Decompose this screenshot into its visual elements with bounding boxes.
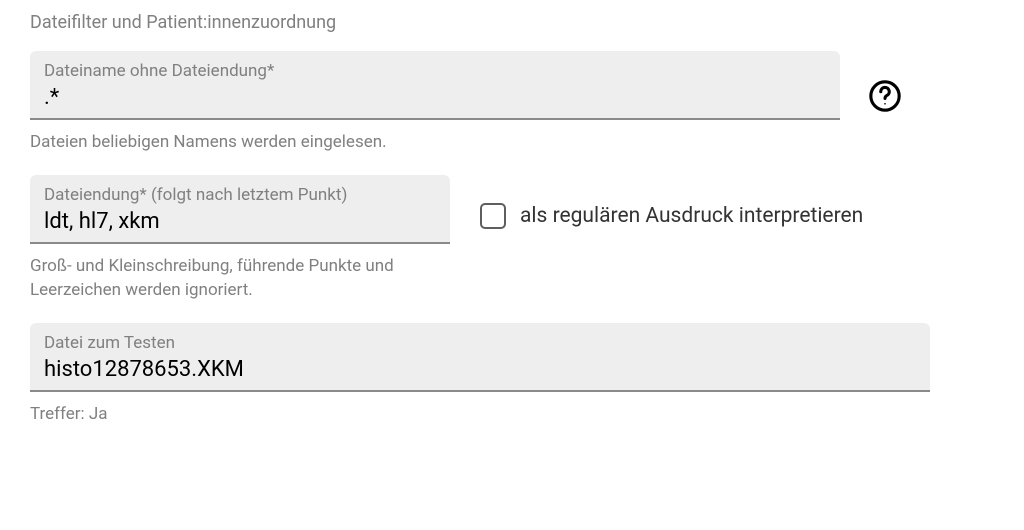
testfile-input[interactable]: [44, 357, 916, 382]
filename-field-group: Dateiname ohne Dateiendung* Dateien beli…: [30, 51, 994, 155]
regex-checkbox-label: als regulären Ausdruck interpretieren: [520, 204, 863, 228]
filename-input[interactable]: [44, 85, 826, 110]
filename-input-wrapper[interactable]: Dateiname ohne Dateiendung*: [30, 51, 840, 120]
filename-helper: Dateien beliebigen Namens werden eingele…: [30, 130, 994, 155]
extension-field-group: Dateiendung* (folgt nach letztem Punkt) …: [30, 175, 994, 303]
regex-checkbox-group[interactable]: als regulären Ausdruck interpretieren: [480, 203, 863, 229]
testfile-field-group: Datei zum Testen Treffer: Ja: [30, 323, 994, 427]
section-title: Dateifilter und Patient:innenzuordnung: [30, 12, 994, 33]
extension-input-wrapper[interactable]: Dateiendung* (folgt nach letztem Punkt): [30, 175, 450, 244]
regex-checkbox[interactable]: [480, 203, 506, 229]
filename-label: Dateiname ohne Dateiendung*: [44, 61, 826, 81]
extension-label: Dateiendung* (folgt nach letztem Punkt): [44, 185, 436, 205]
testfile-result: Treffer: Ja: [30, 402, 994, 427]
testfile-input-wrapper[interactable]: Datei zum Testen: [30, 323, 930, 392]
extension-input[interactable]: [44, 209, 436, 234]
testfile-label: Datei zum Testen: [44, 333, 916, 353]
extension-helper: Groß- und Kleinschreibung, führende Punk…: [30, 254, 430, 303]
help-icon[interactable]: [864, 75, 906, 117]
